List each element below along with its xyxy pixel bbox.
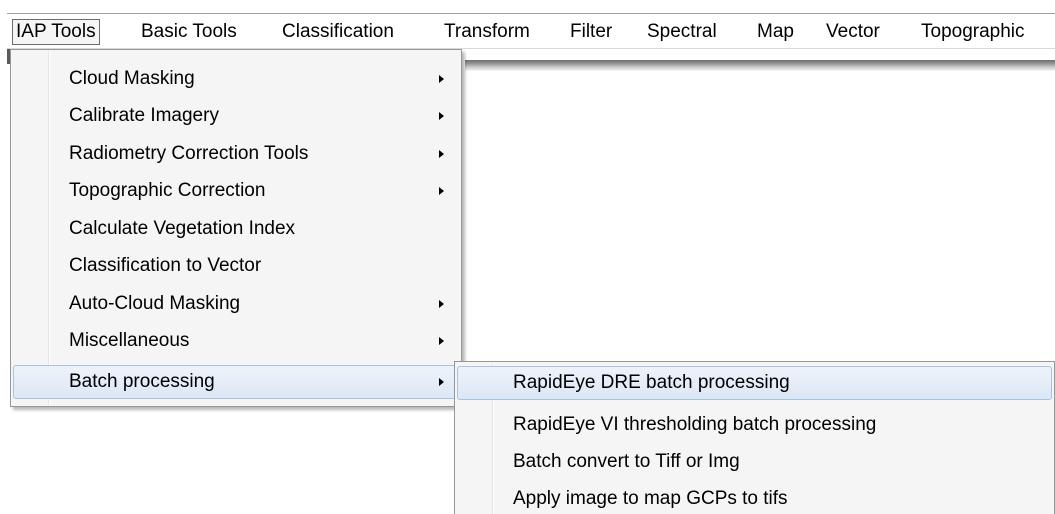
submenu-arrow-icon: [439, 112, 444, 120]
menu-item-label: Miscellaneous: [69, 330, 190, 351]
menu-item-label: Topographic Correction: [69, 180, 266, 201]
menu-item-calculate-vegetation-index[interactable]: Calculate Vegetation Index: [13, 212, 459, 246]
menu-item-batch-processing[interactable]: Batch processing: [13, 365, 459, 399]
menu-filter[interactable]: Filter: [566, 19, 616, 45]
menu-item-label: Apply image to map GCPs to tifs: [513, 488, 788, 509]
menu-item-rapideye-dre-batch[interactable]: RapidEye DRE batch processing: [457, 366, 1052, 400]
menu-spectral[interactable]: Spectral: [643, 19, 721, 45]
menu-item-label: RapidEye DRE batch processing: [513, 372, 790, 393]
menu-item-label: Radiometry Correction Tools: [69, 143, 309, 164]
menu-item-label: Batch convert to Tiff or Img: [513, 451, 740, 472]
menu-item-label: Calibrate Imagery: [69, 105, 219, 126]
menu-transform[interactable]: Transform: [440, 19, 534, 45]
iap-tools-menu: Cloud Masking Calibrate Imagery Radiomet…: [10, 49, 462, 407]
menu-bar: IAP Tools Basic Tools Classification Tra…: [7, 13, 1055, 49]
menu-item-classification-to-vector[interactable]: Classification to Vector: [13, 249, 459, 283]
menu-item-radiometry-correction-tools[interactable]: Radiometry Correction Tools: [13, 137, 459, 171]
batch-processing-submenu: RapidEye DRE batch processing RapidEye V…: [454, 361, 1055, 514]
menu-basic-tools[interactable]: Basic Tools: [137, 19, 241, 45]
menu-item-cloud-masking[interactable]: Cloud Masking: [13, 62, 459, 96]
menu-item-topographic-correction[interactable]: Topographic Correction: [13, 174, 459, 208]
submenu-arrow-icon: [439, 75, 444, 83]
menu-item-miscellaneous[interactable]: Miscellaneous: [13, 324, 459, 358]
submenu-arrow-icon: [439, 337, 444, 345]
submenu-arrow-icon: [439, 187, 444, 195]
menu-vector[interactable]: Vector: [822, 19, 884, 45]
menu-iap-tools[interactable]: IAP Tools: [12, 19, 100, 45]
menu-map[interactable]: Map: [753, 19, 798, 45]
menu-item-apply-image-to-map-gcps[interactable]: Apply image to map GCPs to tifs: [457, 482, 1052, 514]
document-window-edge: [465, 60, 1055, 71]
menu-item-label: Classification to Vector: [69, 255, 262, 276]
app-screen: IAP Tools Basic Tools Classification Tra…: [0, 0, 1055, 514]
menu-item-label: Calculate Vegetation Index: [69, 218, 296, 239]
menu-item-label: RapidEye VI thresholding batch processin…: [513, 414, 877, 435]
submenu-arrow-icon: [439, 378, 444, 386]
menu-item-batch-convert-tiff-img[interactable]: Batch convert to Tiff or Img: [457, 445, 1052, 479]
menu-item-rapideye-vi-thresholding-batch[interactable]: RapidEye VI thresholding batch processin…: [457, 408, 1052, 442]
submenu-arrow-icon: [439, 150, 444, 158]
menu-item-label: Cloud Masking: [69, 68, 195, 89]
submenu-arrow-icon: [439, 300, 444, 308]
menu-item-label: Batch processing: [69, 371, 215, 392]
menu-item-label: Auto-Cloud Masking: [69, 293, 241, 314]
menu-topographic[interactable]: Topographic: [917, 19, 1029, 45]
menu-item-calibrate-imagery[interactable]: Calibrate Imagery: [13, 99, 459, 133]
menu-classification[interactable]: Classification: [278, 19, 398, 45]
menu-item-auto-cloud-masking[interactable]: Auto-Cloud Masking: [13, 287, 459, 321]
